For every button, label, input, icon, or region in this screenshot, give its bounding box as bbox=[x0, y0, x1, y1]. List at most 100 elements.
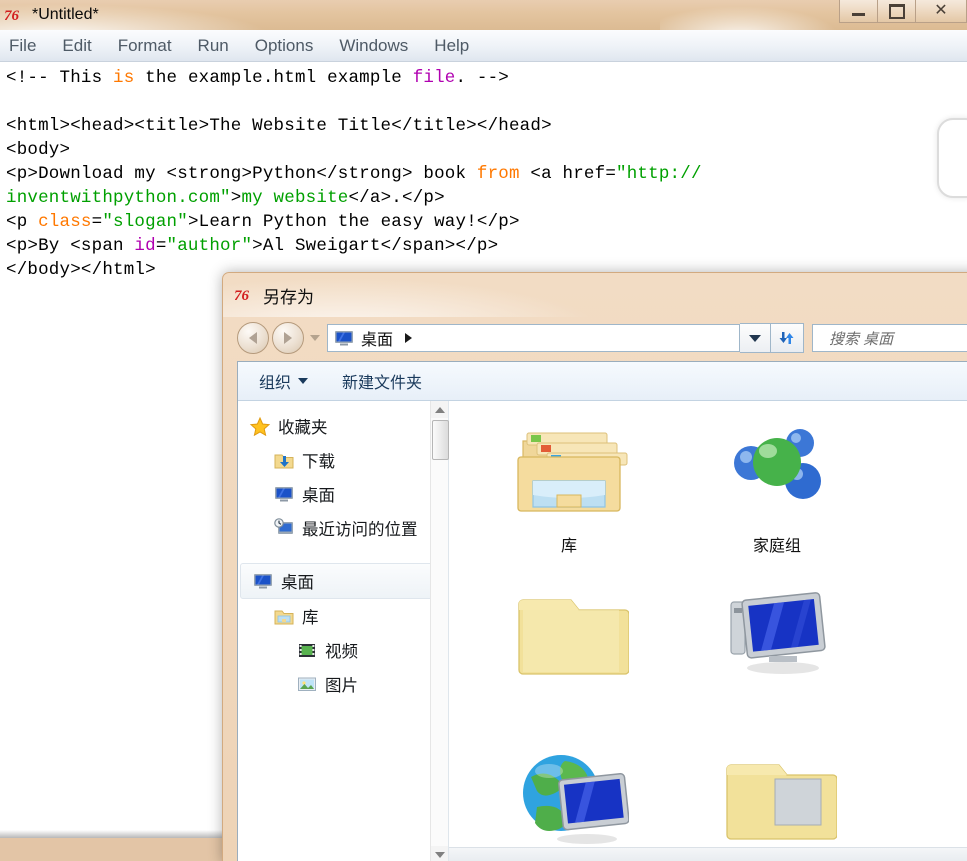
sidebar-scrollbar[interactable] bbox=[430, 401, 449, 861]
forward-button[interactable] bbox=[272, 322, 304, 354]
python-idle-icon: 76 bbox=[235, 288, 250, 304]
sidebar-item-star-icon[interactable]: 收藏夹 bbox=[238, 409, 448, 443]
breadcrumb-separator-icon[interactable] bbox=[405, 333, 413, 343]
menu-edit[interactable]: Edit bbox=[62, 36, 91, 56]
code-token: </a>.</p> bbox=[348, 188, 445, 208]
file-grid: 库 家庭组 bbox=[449, 401, 967, 861]
file-label: 库 bbox=[560, 538, 577, 555]
file-item[interactable]: 家庭组 bbox=[673, 409, 881, 574]
sidebar-item-desktop-icon[interactable]: 桌面 bbox=[238, 477, 448, 511]
background-window-edge bbox=[937, 118, 967, 198]
code-token: inventwithpython.com" bbox=[6, 188, 231, 208]
save-as-dialog: 76 另存为 桌面 搜索 桌面 组织 新建文件夹 收藏夹 下载 桌面 最近访问的… bbox=[222, 272, 967, 861]
desktop-icon bbox=[252, 571, 274, 591]
code-token: <p bbox=[6, 212, 39, 232]
code-line: <body> bbox=[6, 138, 967, 162]
sidebar-separator bbox=[238, 545, 448, 563]
dialog-toolbar: 组织 新建文件夹 bbox=[238, 362, 967, 401]
dialog-navigation-bar: 桌面 搜索 桌面 bbox=[237, 317, 967, 359]
editor-titlebar[interactable]: 76 *Untitled* ✕ bbox=[0, 0, 967, 30]
network-icon bbox=[523, 755, 629, 844]
sidebar-item-recent-places-icon[interactable]: 最近访问的位置 bbox=[238, 511, 448, 545]
desktop-icon bbox=[273, 484, 295, 504]
sidebar-item-desktop-icon[interactable]: 桌面 bbox=[240, 563, 446, 599]
code-token: . --> bbox=[455, 68, 510, 88]
back-arrow-icon bbox=[249, 332, 257, 344]
sidebar-item-downloads-folder-icon[interactable]: 下载 bbox=[238, 443, 448, 477]
menu-file[interactable]: File bbox=[9, 36, 36, 56]
code-token: <p>Download my <strong>Python</strong> b… bbox=[6, 164, 477, 184]
scroll-down-button[interactable] bbox=[431, 846, 448, 861]
downloads-folder-icon bbox=[273, 450, 295, 470]
code-token: my website bbox=[241, 188, 349, 208]
organize-label: 组织 bbox=[259, 375, 292, 392]
code-token: the example.html example bbox=[134, 68, 413, 88]
screen: 76 *Untitled* ✕ File Edit Format Run Opt… bbox=[0, 0, 967, 861]
titlebar-glow-2 bbox=[660, 0, 860, 30]
history-dropdown-icon[interactable] bbox=[310, 335, 320, 341]
menu-format[interactable]: Format bbox=[118, 36, 172, 56]
sidebar-item-videos-icon[interactable]: 视频 bbox=[238, 633, 448, 667]
chevron-down-icon bbox=[434, 851, 445, 858]
close-button[interactable]: ✕ bbox=[915, 0, 967, 23]
videos-icon bbox=[296, 640, 318, 660]
pictures-icon bbox=[296, 674, 318, 694]
menu-help[interactable]: Help bbox=[434, 36, 469, 56]
sidebar-item-label: 桌面 bbox=[281, 574, 314, 592]
sidebar-item-pictures-icon[interactable]: 图片 bbox=[238, 667, 448, 701]
file-item[interactable] bbox=[465, 739, 673, 861]
search-box[interactable]: 搜索 桌面 bbox=[812, 324, 967, 352]
maximize-button[interactable] bbox=[877, 0, 916, 23]
address-bar[interactable]: 桌面 bbox=[327, 324, 740, 352]
code-line: inventwithpython.com">my website</a>.</p… bbox=[6, 186, 967, 210]
menu-windows[interactable]: Windows bbox=[339, 36, 408, 56]
folder-icon-partial bbox=[518, 599, 629, 675]
editor-title: *Untitled* bbox=[32, 6, 99, 23]
sidebar-item-library-folder-icon[interactable]: 库 bbox=[238, 599, 448, 633]
file-item[interactable] bbox=[673, 739, 881, 861]
code-line: <p>By <span id="author">Al Sweigart</spa… bbox=[6, 234, 967, 258]
refresh-button[interactable] bbox=[771, 323, 804, 353]
libraries-icon bbox=[517, 432, 628, 512]
recent-places-icon bbox=[273, 518, 295, 538]
file-pane-status-strip bbox=[449, 847, 967, 861]
code-token: file bbox=[412, 68, 456, 88]
code-token: = bbox=[91, 212, 103, 232]
code-token: is bbox=[113, 68, 135, 88]
minimize-icon bbox=[852, 13, 865, 16]
search-placeholder: 搜索 桌面 bbox=[829, 330, 894, 348]
file-label: 家庭组 bbox=[752, 538, 801, 555]
code-token: = bbox=[155, 236, 167, 256]
desktop-icon bbox=[335, 331, 353, 346]
file-list-pane[interactable]: 库 家庭组 bbox=[449, 401, 967, 861]
chevron-up-icon bbox=[434, 406, 445, 413]
menu-run[interactable]: Run bbox=[198, 36, 229, 56]
code-line: <!-- This is the example.html example fi… bbox=[6, 66, 967, 90]
forward-arrow-icon bbox=[284, 332, 292, 344]
code-token: "author" bbox=[166, 236, 253, 256]
scroll-up-button[interactable] bbox=[431, 401, 448, 418]
file-item[interactable] bbox=[673, 574, 881, 739]
homegroup-icon bbox=[731, 425, 823, 509]
sidebar-item-label: 最近访问的位置 bbox=[302, 521, 418, 539]
refresh-icon bbox=[779, 332, 794, 344]
code-line: <p class="slogan">Learn Python the easy … bbox=[6, 210, 967, 234]
address-value: 桌面 bbox=[361, 332, 394, 349]
address-dropdown-button[interactable] bbox=[740, 323, 771, 353]
library-folder-icon bbox=[273, 606, 295, 626]
scrollbar-thumb[interactable] bbox=[432, 420, 449, 460]
new-folder-button[interactable]: 新建文件夹 bbox=[342, 369, 422, 393]
editor-menubar: File Edit Format Run Options Windows Hel… bbox=[0, 30, 967, 62]
organize-button[interactable]: 组织 bbox=[259, 369, 309, 393]
svg-text:76: 76 bbox=[235, 288, 250, 304]
menu-options[interactable]: Options bbox=[255, 36, 314, 56]
file-item[interactable]: 库 bbox=[465, 409, 673, 574]
python-idle-icon: 76 bbox=[5, 8, 20, 24]
star-icon bbox=[249, 416, 271, 437]
file-item[interactable] bbox=[465, 574, 673, 739]
minimize-button[interactable] bbox=[839, 0, 878, 23]
code-token: <body> bbox=[6, 140, 71, 160]
back-button[interactable] bbox=[237, 322, 269, 354]
dialog-titlebar[interactable]: 76 另存为 bbox=[223, 273, 967, 317]
